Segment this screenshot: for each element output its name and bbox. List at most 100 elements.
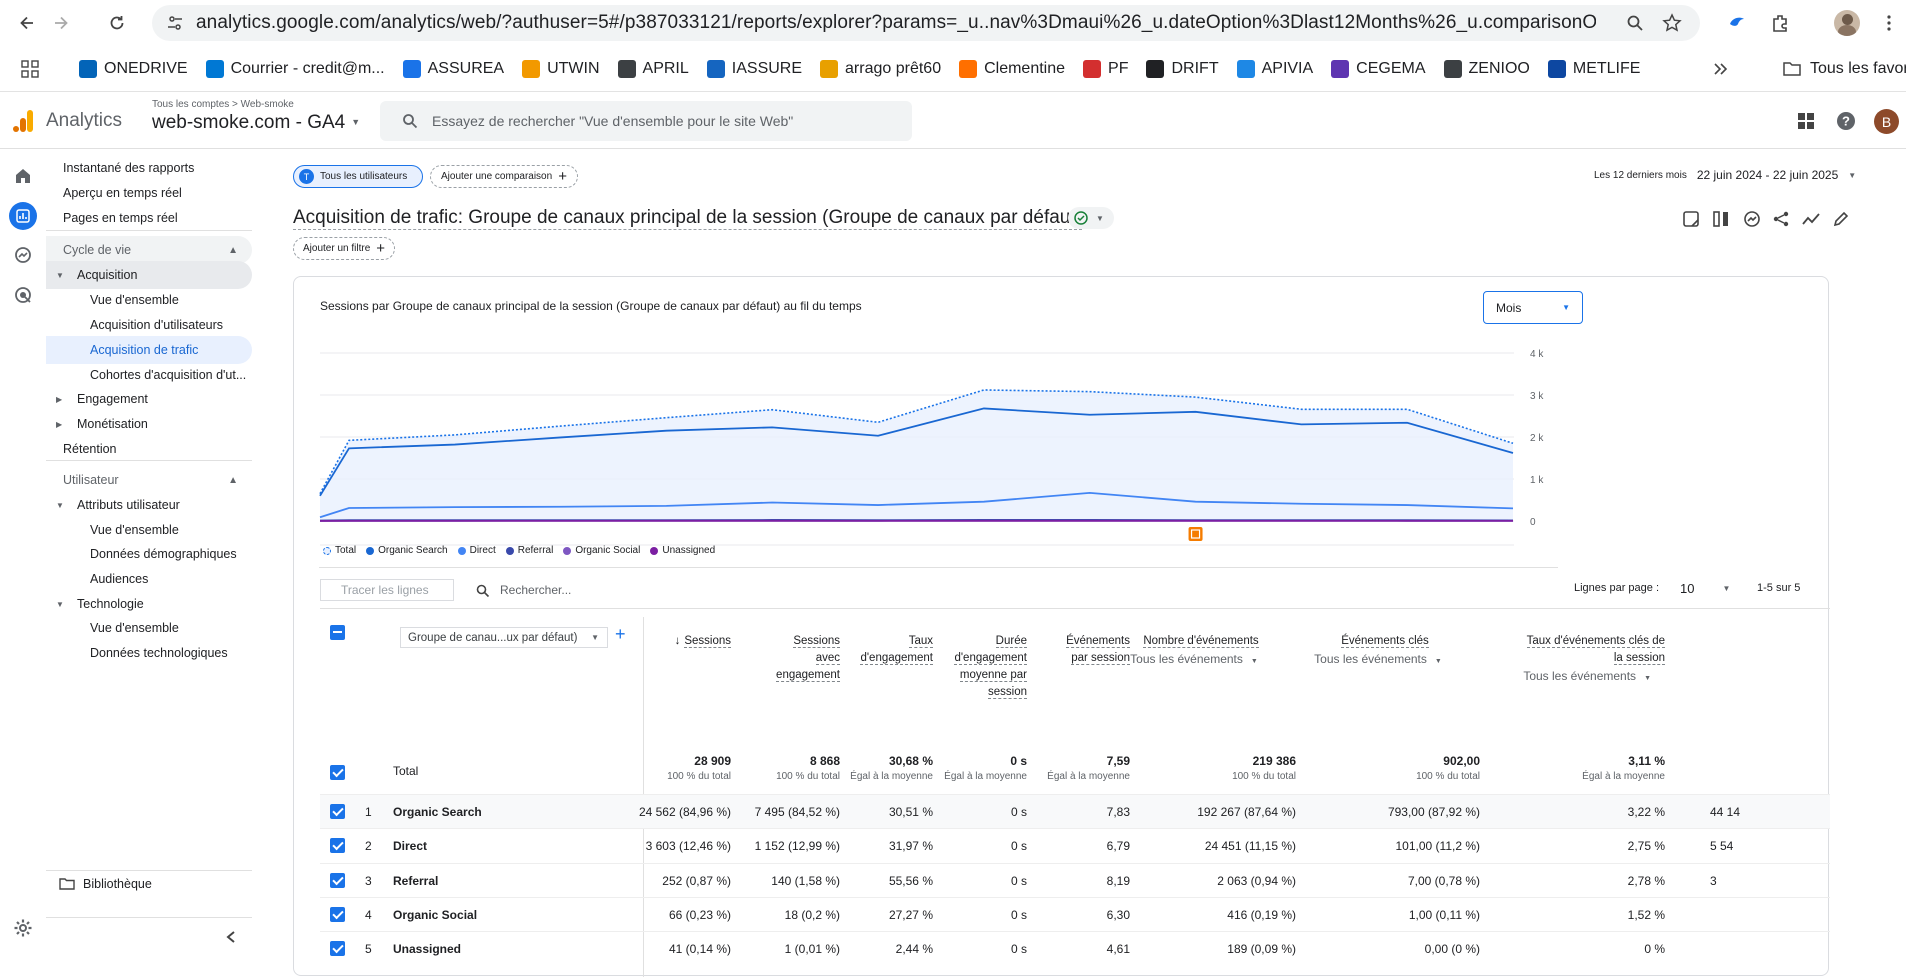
explore-nav[interactable] [11,243,35,267]
profile-avatar[interactable] [1834,10,1860,36]
home-nav[interactable] [11,164,35,188]
all-bookmarks-folder[interactable]: Tous les favoris [1773,54,1906,84]
sidebar-item[interactable]: Données technologiques [46,639,252,667]
zoom-icon[interactable] [1626,14,1644,32]
chevron-double-right-icon[interactable] [1712,60,1728,78]
bookmark-item[interactable]: APIVIA [1228,54,1323,84]
legend-item[interactable]: Organic Search [366,545,447,556]
segment-chip[interactable]: T Tous les utilisateurs [293,165,423,188]
legend-item[interactable]: Unassigned [650,545,715,556]
sidebar-item[interactable]: ▶Monétisation [46,410,252,438]
sidebar-item[interactable]: ▲Utilisateur [46,466,252,494]
sidebar-item[interactable]: Pages en temps réel [46,204,252,232]
url-text[interactable]: analytics.google.com/analytics/web/?auth… [196,12,1596,34]
sidebar-item[interactable]: Instantané des rapports [46,154,252,182]
add-comparison-button[interactable]: Ajouter une comparaison + [430,165,578,188]
menu-dots-icon[interactable] [1886,14,1892,32]
add-filter-button[interactable]: Ajouter un filtre + [293,237,395,260]
ga-search[interactable]: Essayez de rechercher "Vue d'ensemble po… [380,101,912,141]
sessions-line-chart[interactable]: 01 k2 k3 k4 kjuinjuil.aoûtsept.oct.nov.d… [294,311,1830,546]
sidebar-item[interactable]: Acquisition de trafic [46,336,252,364]
bookmark-item[interactable]: CEGEMA [1322,54,1434,84]
admin-nav[interactable] [11,916,35,940]
analytics-logo-icon[interactable] [12,108,34,134]
title-status-badge[interactable]: ▼ [1068,207,1114,229]
sidebar-item[interactable]: Audiences [46,565,252,593]
address-bar[interactable]: analytics.google.com/analytics/web/?auth… [152,5,1700,41]
account-selector[interactable]: Tous les comptes > Web-smoke web-smoke.c… [152,99,360,134]
edit-pencil-icon[interactable] [1832,210,1850,228]
row-checkbox[interactable] [330,907,345,922]
event-filter-select[interactable]: Tous les événements▼ [1106,651,1296,670]
add-dimension-button[interactable]: + [615,624,626,645]
trend-icon[interactable] [1801,210,1821,228]
apps-grid-icon[interactable] [21,60,39,78]
column-header[interactable]: Nombre d'événementsTous les événements▼ [1106,633,1296,670]
sidebar-item[interactable]: Rétention [46,435,252,463]
dimension-select[interactable]: Groupe de canau...ux par défaut)▼ [400,627,608,648]
legend-item[interactable]: Referral [506,545,554,556]
annotation-marker-icon[interactable] [1189,527,1203,541]
bookmark-item[interactable]: METLIFE [1539,54,1650,84]
legend-item[interactable]: Organic Social [563,545,640,556]
event-filter-select[interactable]: Tous les événements▼ [1475,668,1665,687]
site-settings-icon[interactable] [166,14,184,32]
select-all-checkbox[interactable] [330,625,345,640]
trace-lines-button[interactable]: Tracer les lignes [320,579,454,601]
table-row[interactable]: 2Direct3 603 (12,46 %)1 152 (12,99 %)31,… [320,828,1830,862]
bookmark-item[interactable]: UTWIN [513,54,608,84]
forward-button[interactable] [46,8,76,38]
row-checkbox[interactable] [330,941,345,956]
account-avatar[interactable]: B [1874,109,1899,134]
table-search-input[interactable]: Rechercher... [500,583,571,597]
sidebar-item[interactable]: Acquisition d'utilisateurs [46,311,252,339]
product-name[interactable]: Analytics [46,110,122,132]
advertising-nav[interactable] [11,283,35,307]
row-checkbox[interactable] [330,804,345,819]
back-button[interactable] [12,8,42,38]
event-filter-select[interactable]: Tous les événements▼ [1290,651,1480,670]
column-header[interactable]: Événements clésTous les événements▼ [1290,633,1480,670]
sidebar-item[interactable]: Données démographiques [46,540,252,568]
sidebar-item[interactable]: Vue d'ensemble [46,614,252,642]
apps-icon[interactable] [1797,112,1815,130]
table-row[interactable]: 4Organic Social66 (0,23 %)18 (0,2 %)27,2… [320,897,1830,931]
sidebar-item[interactable]: Aperçu en temps réel [46,179,252,207]
table-row[interactable]: 1Organic Search24 562 (84,96 %)7 495 (84… [320,794,1830,828]
rows-per-page-select[interactable]: 10 ▼ [1680,581,1730,596]
bookmark-item[interactable]: PF [1074,54,1137,84]
sidebar-item[interactable]: ▲Cycle de vie [46,236,252,264]
extension-blue-icon[interactable] [1726,12,1748,34]
compare-icon[interactable] [1712,210,1730,228]
sidebar-item[interactable]: ▼Acquisition [46,261,252,289]
bookmark-item[interactable]: Courrier - credit@m... [197,54,394,84]
share-icon[interactable] [1772,210,1790,228]
legend-item[interactable]: Direct [458,545,496,556]
table-row[interactable]: 5Unassigned41 (0,14 %)1 (0,01 %)2,44 %0 … [320,931,1830,965]
table-row[interactable]: 3Referral252 (0,87 %)140 (1,58 %)55,56 %… [320,863,1830,897]
legend-item[interactable]: Total [323,545,356,556]
bookmark-item[interactable]: IASSURE [698,54,811,84]
customize-report-icon[interactable] [1682,210,1700,228]
bookmark-item[interactable]: DRIFT [1137,54,1227,84]
sidebar-item[interactable]: Vue d'ensemble [46,286,252,314]
bookmark-item[interactable]: Clementine [950,54,1074,84]
bookmark-item[interactable]: arrago prêt60 [811,54,950,84]
star-icon[interactable] [1662,13,1682,33]
collapse-sidebar-icon[interactable] [225,930,237,944]
insights-icon[interactable] [1743,210,1761,228]
date-range-picker[interactable]: Les 12 derniers mois 22 juin 2024 - 22 j… [1594,168,1856,182]
row-checkbox[interactable] [330,838,345,853]
column-header[interactable]: Sessionsavecengagement [750,633,840,684]
bookmark-item[interactable]: ASSUREA [394,54,513,84]
bookmark-item[interactable]: APRIL [609,54,698,84]
reports-nav[interactable] [9,202,37,230]
help-icon[interactable]: ? [1835,110,1857,132]
sidebar-item[interactable]: ▼Attributs utilisateur [46,491,252,519]
total-checkbox[interactable] [330,765,345,780]
row-checkbox[interactable] [330,873,345,888]
library-link[interactable]: Bibliothèque [59,877,152,891]
column-header[interactable]: Taux d'événements clés dela sessionTous … [1475,633,1665,687]
reload-button[interactable] [102,8,132,38]
column-header[interactable]: Duréed'engagementmoyenne parsession [927,633,1027,701]
